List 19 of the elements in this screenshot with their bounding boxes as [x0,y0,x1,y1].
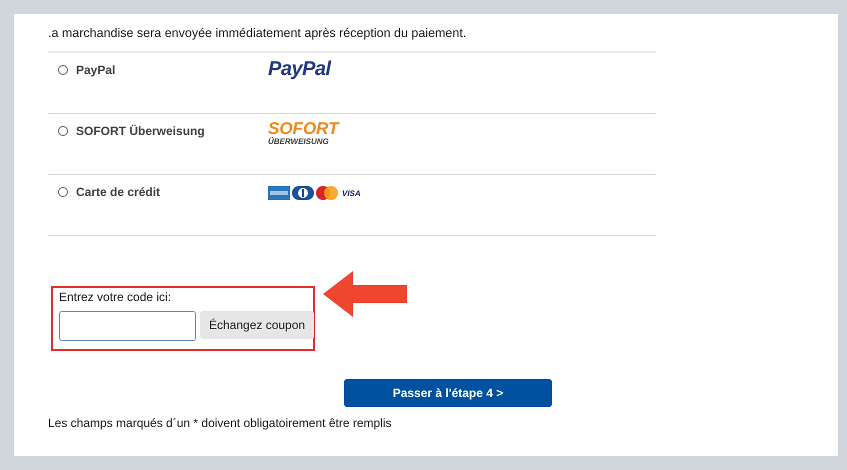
coupon-input-field[interactable] [59,311,196,341]
radio-button[interactable] [58,187,68,197]
payment-label: SOFORT Überweisung [76,124,206,138]
paypal-logo: PayPal [268,58,331,81]
radio-button[interactable] [58,126,68,136]
arrow-icon [323,270,407,316]
required-fields-note: Les champs marqués d´un * doivent obligatoirement être remplis [48,416,393,430]
coupon-label: Entrez votre code ici: [59,290,172,304]
notice-text: .a marchandise sera envoyée immédiatement après réception du paiement. [48,26,468,42]
sofort-logo: SOFORT ÜBERWEISUNG [268,120,339,146]
payment-label: PayPal [76,63,116,77]
payment-label: Carte de crédit [76,185,162,199]
redeem-coupon-button[interactable]: Échangez coupon [200,311,314,339]
visa-logo: VISA [342,188,361,198]
radio-button[interactable] [58,65,68,75]
diners-card-icon [292,186,314,200]
mastercard-icon [316,186,338,200]
amex-card-icon [268,186,290,200]
next-step-button[interactable]: Passer à l'étape 4 > [344,379,552,407]
